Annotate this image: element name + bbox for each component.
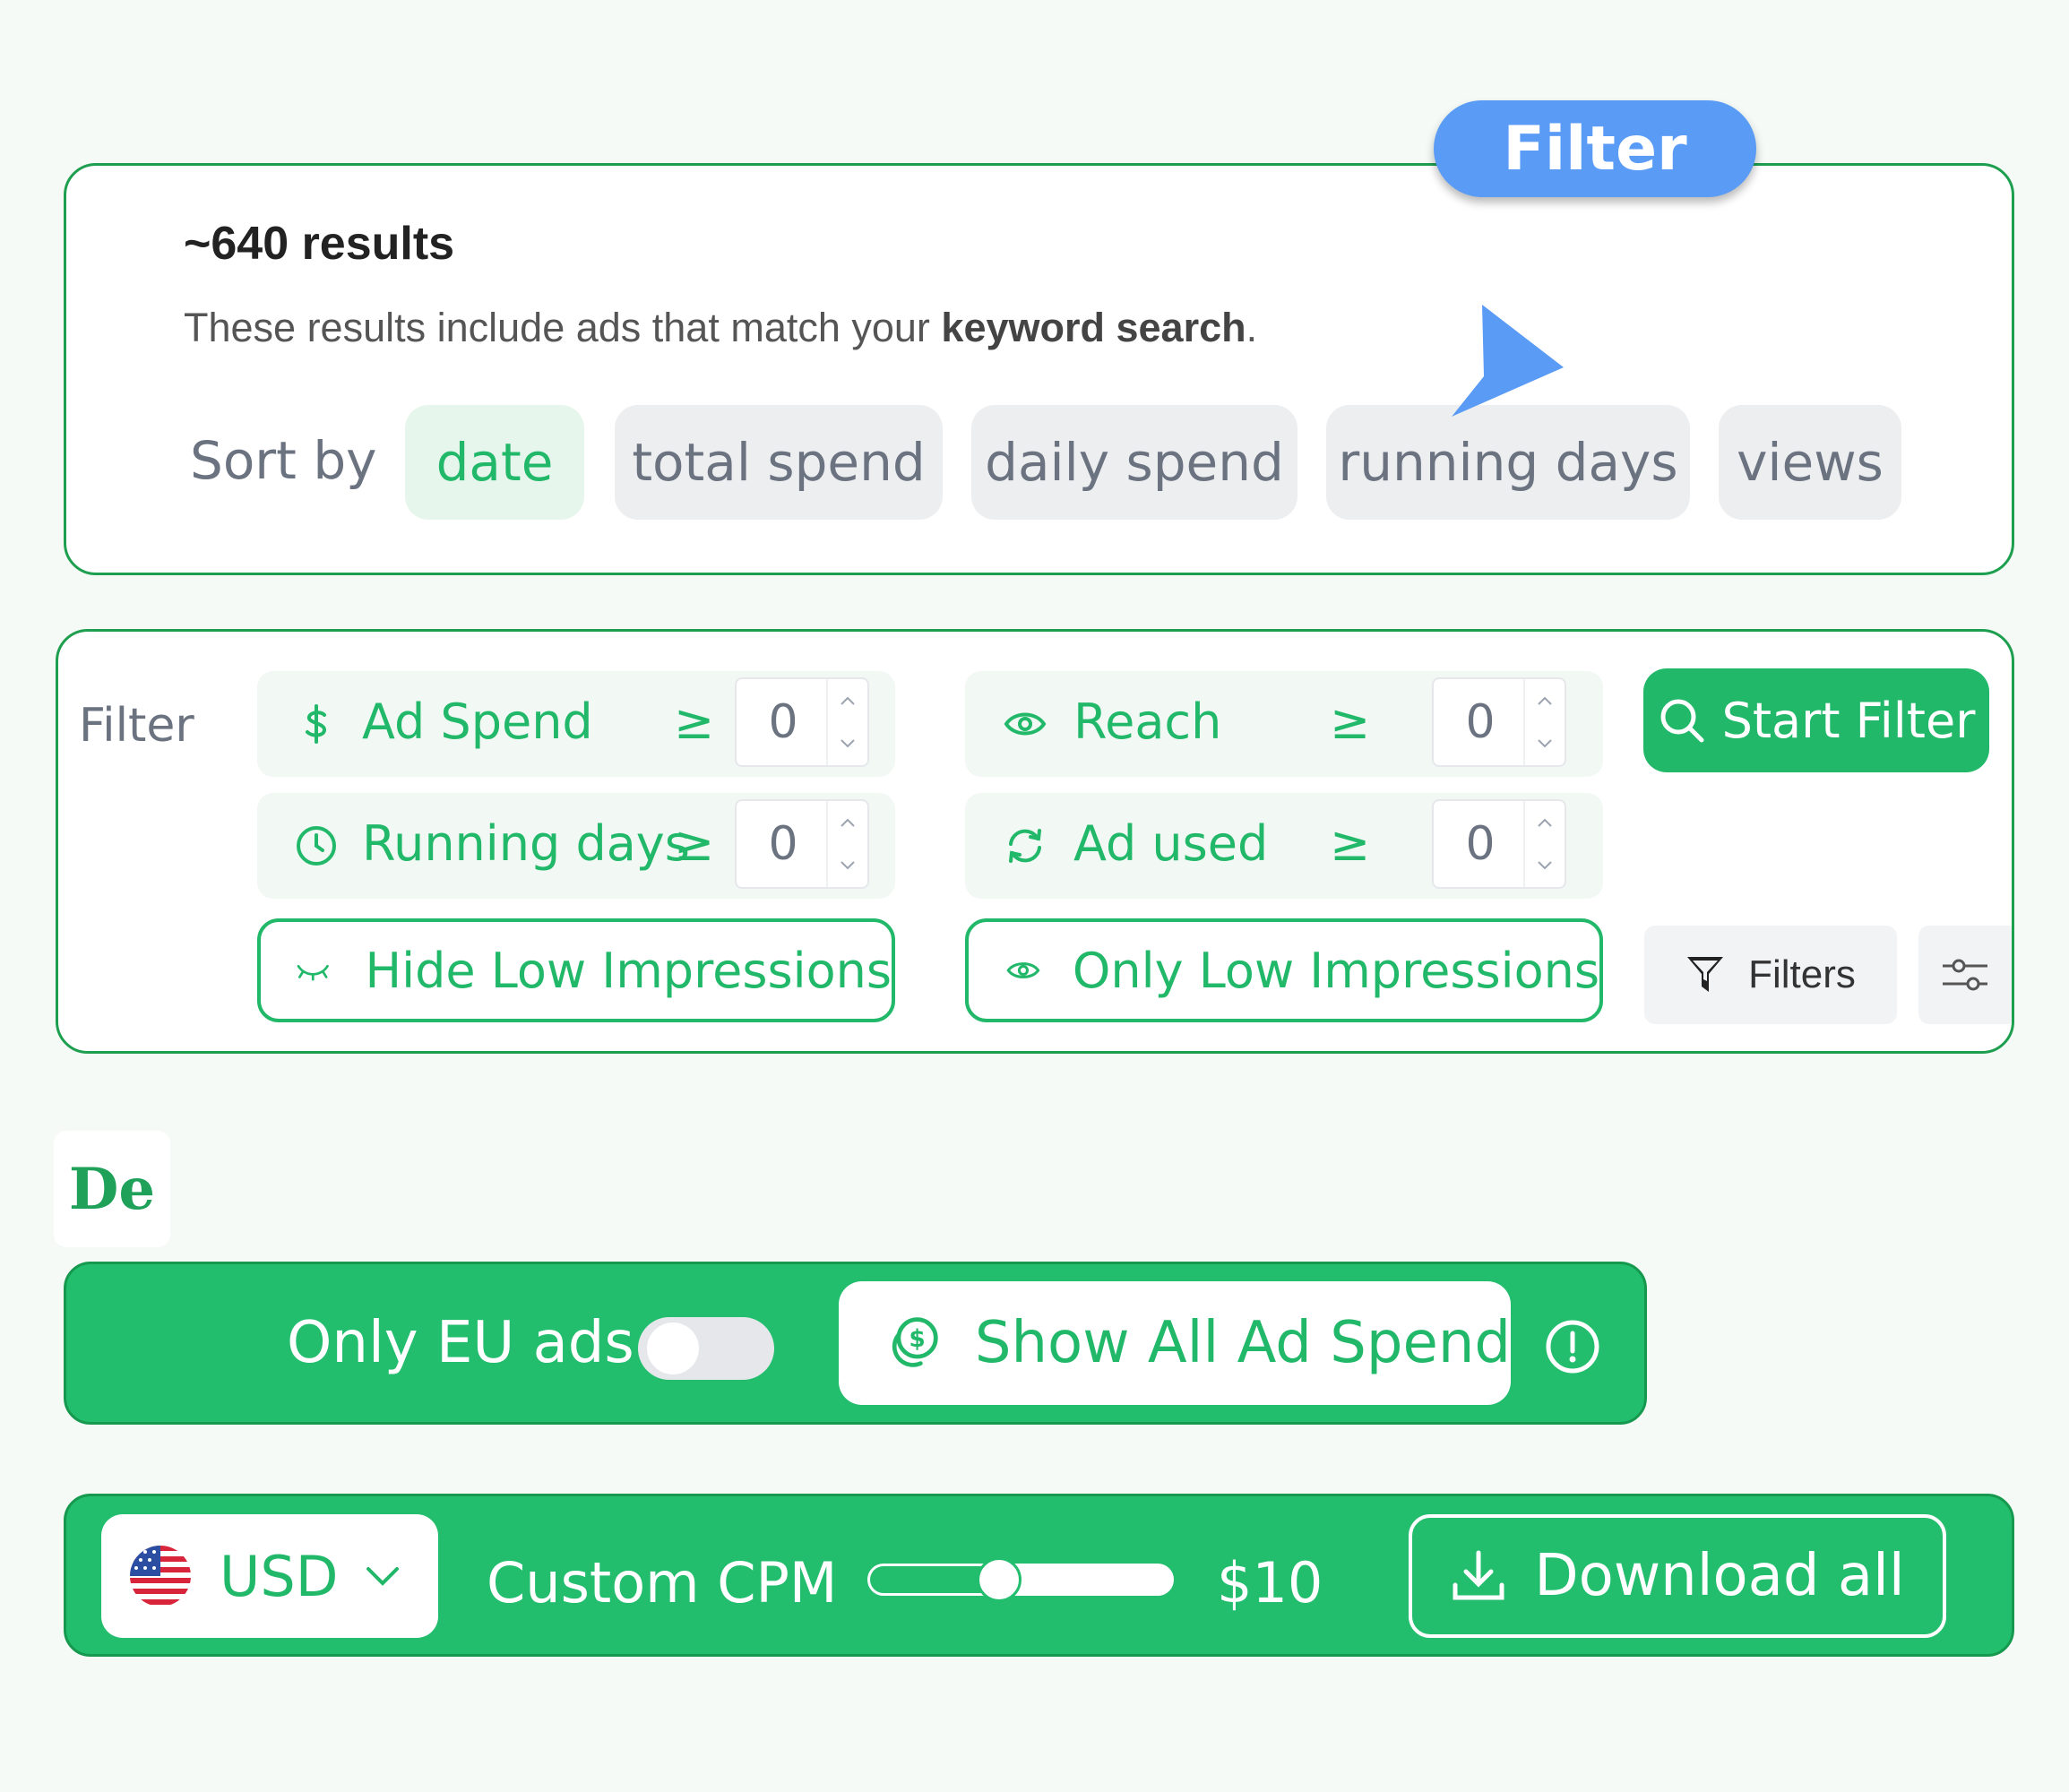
download-icon (1453, 1550, 1504, 1600)
reach-input[interactable]: 0 (1432, 677, 1566, 767)
results-description-suffix: . (1246, 305, 1258, 350)
download-all-button[interactable]: Download all (1409, 1514, 1946, 1638)
reach-value: 0 (1465, 695, 1496, 749)
reach-label: Reach (1073, 694, 1222, 750)
sliders-icon (1943, 959, 1987, 991)
refresh-icon (1009, 829, 1041, 863)
eye-icon (1006, 962, 1040, 978)
ad-used-value: 0 (1465, 817, 1496, 871)
stepper-down-icon[interactable] (828, 844, 867, 887)
filter-label: Filter (79, 699, 194, 753)
custom-cpm-slider-thumb[interactable] (977, 1557, 1022, 1602)
results-description-prefix: These results include ads that match you… (184, 305, 942, 350)
toggle-knob[interactable] (647, 1322, 699, 1374)
ad-spend-input[interactable]: 0 (735, 677, 869, 767)
hide-low-impressions-button[interactable]: Hide Low Impressions (257, 918, 895, 1022)
show-all-ad-spend-button[interactable]: $ Show All Ad Spend (839, 1281, 1511, 1405)
ad-spend-stepper[interactable] (826, 679, 867, 765)
currency-value: USD (220, 1543, 339, 1609)
currency-select[interactable]: USD (101, 1514, 438, 1638)
reach-operator: ≥ (1330, 694, 1371, 750)
filters-label: Filters (1748, 952, 1856, 996)
svg-text:$: $ (909, 1326, 925, 1353)
ad-spend-operator: ≥ (674, 694, 715, 750)
running-days-label: Running days (362, 815, 690, 872)
hide-low-impressions-label: Hide Low Impressions (365, 942, 892, 999)
only-low-impressions-button[interactable]: Only Low Impressions (965, 918, 1603, 1022)
running-days-operator: ≥ (674, 815, 715, 872)
ad-used-input[interactable]: 0 (1432, 799, 1566, 889)
eye-closed-icon (297, 964, 329, 981)
sort-option-daily-spend[interactable]: daily spend (971, 405, 1297, 520)
stepper-down-icon[interactable] (1525, 844, 1565, 887)
ad-used-stepper[interactable] (1523, 801, 1565, 887)
stepper-up-icon[interactable] (828, 801, 867, 844)
ad-spend-value: 0 (768, 695, 798, 749)
app-logo: De (54, 1131, 170, 1247)
only-eu-ads-label: Only EU ads (287, 1310, 634, 1376)
results-description: These results include ads that match you… (184, 305, 1257, 351)
ad-used-operator: ≥ (1330, 815, 1371, 872)
only-low-impressions-label: Only Low Impressions (1072, 942, 1599, 999)
chevron-down-icon (366, 1567, 400, 1586)
cursor-pointer-icon (1452, 305, 1564, 417)
stepper-up-icon[interactable] (828, 679, 867, 722)
eye-icon (1004, 712, 1047, 736)
sort-by-label: Sort by (190, 430, 377, 491)
funnel-icon (1687, 957, 1724, 992)
running-days-value: 0 (768, 817, 798, 871)
running-days-input[interactable]: 0 (735, 799, 869, 889)
results-count: ~640 results (184, 218, 455, 270)
settings-sliders-button[interactable] (1918, 926, 2012, 1024)
running-days-stepper[interactable] (826, 801, 867, 887)
stepper-down-icon[interactable] (1525, 722, 1565, 765)
start-filter-button[interactable]: Start Filter (1643, 668, 1989, 772)
clock-icon (297, 826, 336, 866)
filter-badge: Filter (1434, 100, 1756, 197)
stepper-up-icon[interactable] (1525, 801, 1565, 844)
reach-stepper[interactable] (1523, 679, 1565, 765)
filters-button[interactable]: Filters (1644, 926, 1897, 1024)
ad-used-label: Ad used (1073, 815, 1269, 872)
ad-spend-label: Ad Spend (362, 694, 593, 750)
stepper-down-icon[interactable] (828, 722, 867, 765)
stepper-up-icon[interactable] (1525, 679, 1565, 722)
us-flag-icon (130, 1546, 191, 1607)
show-all-ad-spend-label: Show All Ad Spend (974, 1310, 1511, 1376)
results-description-keyword: keyword search (941, 305, 1246, 350)
dollar-icon (306, 704, 326, 744)
custom-cpm-value: $10 (1217, 1550, 1323, 1615)
download-all-label: Download all (1534, 1543, 1905, 1609)
search-icon (1660, 699, 1704, 743)
coin-icon: $ (892, 1317, 938, 1367)
start-filter-label: Start Filter (1721, 692, 1976, 749)
info-icon[interactable] (1545, 1319, 1600, 1374)
custom-cpm-label: Custom CPM (487, 1550, 838, 1615)
sort-option-date[interactable]: date (405, 405, 584, 520)
sort-option-total-spend[interactable]: total spend (615, 405, 943, 520)
sort-option-views[interactable]: views (1719, 405, 1901, 520)
